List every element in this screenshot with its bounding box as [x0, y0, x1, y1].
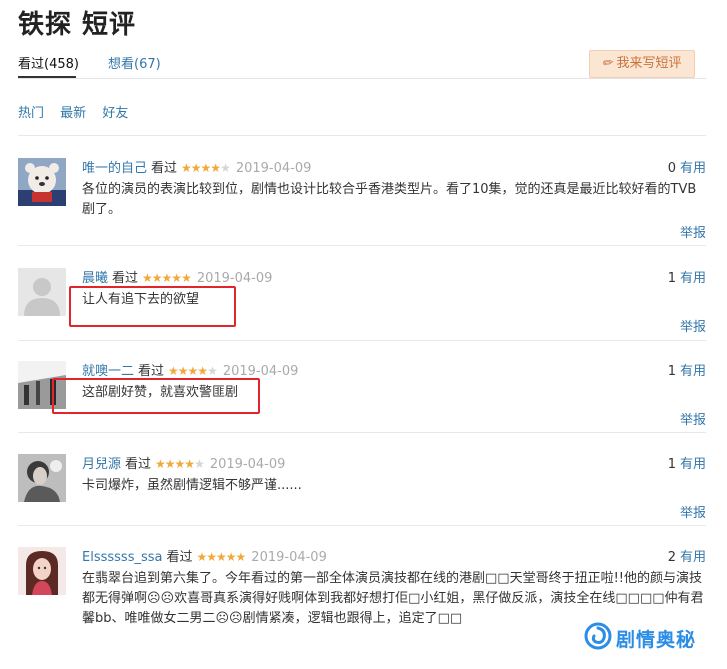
- review-status: 看过: [166, 550, 193, 565]
- vote-count: 1: [667, 457, 676, 472]
- divider: [18, 245, 706, 246]
- useful-button[interactable]: 有用: [680, 161, 706, 176]
- review-item: 唯一的自己 看过 ★★★★★ 2019-04-09 0 有用 各位的演员的表演比较到位，…: [18, 158, 706, 248]
- tabs-divider: [18, 78, 706, 79]
- review-date: 2019-04-09: [235, 161, 312, 176]
- divider: [18, 525, 706, 526]
- vote-count: 1: [667, 364, 676, 379]
- rating-stars: ★★★★★: [155, 457, 205, 471]
- filter-latest[interactable]: 最新: [60, 106, 86, 121]
- photo-avatar-icon[interactable]: [18, 547, 66, 595]
- watermark: 剧情奥秘: [584, 621, 696, 655]
- divider: [18, 135, 706, 136]
- report-link[interactable]: 举报: [680, 502, 706, 521]
- review-content: 在翡翠台追到第六集了。今年看过的第一部全体演员演技都在线的港剧□□天堂哥终于扭正…: [82, 571, 704, 626]
- review-status: 看过: [125, 457, 152, 472]
- swirl-logo-icon: [584, 622, 612, 654]
- default-user-avatar-icon[interactable]: [18, 268, 66, 316]
- page-title: 铁探 短评: [18, 10, 137, 40]
- review-status: 看过: [138, 364, 165, 379]
- plush-bear-avatar-icon[interactable]: [18, 158, 66, 206]
- write-review-button[interactable]: ✏ 我来写短评: [589, 50, 695, 78]
- rating-stars: ★★★★★: [196, 550, 247, 564]
- photo-avatar-icon[interactable]: [18, 454, 66, 502]
- rating-stars: ★★★★★: [142, 271, 192, 285]
- useful-button[interactable]: 有用: [680, 271, 706, 286]
- review-status: 看过: [151, 161, 178, 176]
- review-content: 卡司爆炸，虽然剧情逻辑不够严谨......: [82, 478, 302, 493]
- review-author[interactable]: 晨曦: [82, 271, 108, 286]
- review-date: 2019-04-09: [251, 550, 327, 565]
- useful-button[interactable]: 有用: [680, 550, 706, 565]
- review-content: 各位的演员的表演比较到位，剧情也设计比较合乎香港类型片。看了10集，觉的还真是最…: [82, 182, 697, 217]
- review-date: 2019-04-09: [222, 364, 299, 379]
- useful-button[interactable]: 有用: [680, 364, 706, 379]
- rating-stars: ★★★★★: [168, 364, 218, 378]
- rating-stars: ★★★★★: [181, 161, 231, 175]
- vote-count: 0: [667, 161, 676, 176]
- highlight-box: [69, 286, 236, 327]
- write-review-label: 我来写短评: [616, 56, 682, 71]
- review-author[interactable]: 唯一的自己: [82, 161, 147, 176]
- review-date: 2019-04-09: [209, 457, 286, 472]
- review-date: 2019-04-09: [196, 271, 273, 286]
- divider: [18, 432, 706, 433]
- vote-count: 2: [667, 550, 676, 565]
- review-author[interactable]: 月兒源: [82, 457, 121, 472]
- sort-filters: 热门 最新 好友: [18, 102, 140, 121]
- filter-hot[interactable]: 热门: [18, 106, 44, 121]
- tab-watched[interactable]: 看过(458): [18, 53, 79, 72]
- vote-count: 1: [667, 271, 676, 286]
- review-status: 看过: [112, 271, 139, 286]
- report-link[interactable]: 举报: [680, 222, 706, 241]
- review-item: 月兒源 看过 ★★★★★ 2019-04-09 1 有用 卡司爆炸，虽然剧情逻辑不够严谨…: [18, 454, 706, 544]
- filter-friends[interactable]: 好友: [102, 106, 128, 121]
- report-link[interactable]: 举报: [680, 316, 706, 335]
- review-author[interactable]: Elssssss_ssa: [82, 550, 162, 565]
- tab-want[interactable]: 想看(67): [108, 53, 161, 72]
- report-link[interactable]: 举报: [680, 409, 706, 428]
- watermark-text: 剧情奥秘: [616, 628, 697, 651]
- highlight-box: [52, 378, 260, 414]
- review-author[interactable]: 就噢一二: [82, 364, 134, 379]
- divider: [18, 340, 706, 341]
- pencil-icon: ✏: [601, 55, 615, 72]
- useful-button[interactable]: 有用: [680, 457, 706, 472]
